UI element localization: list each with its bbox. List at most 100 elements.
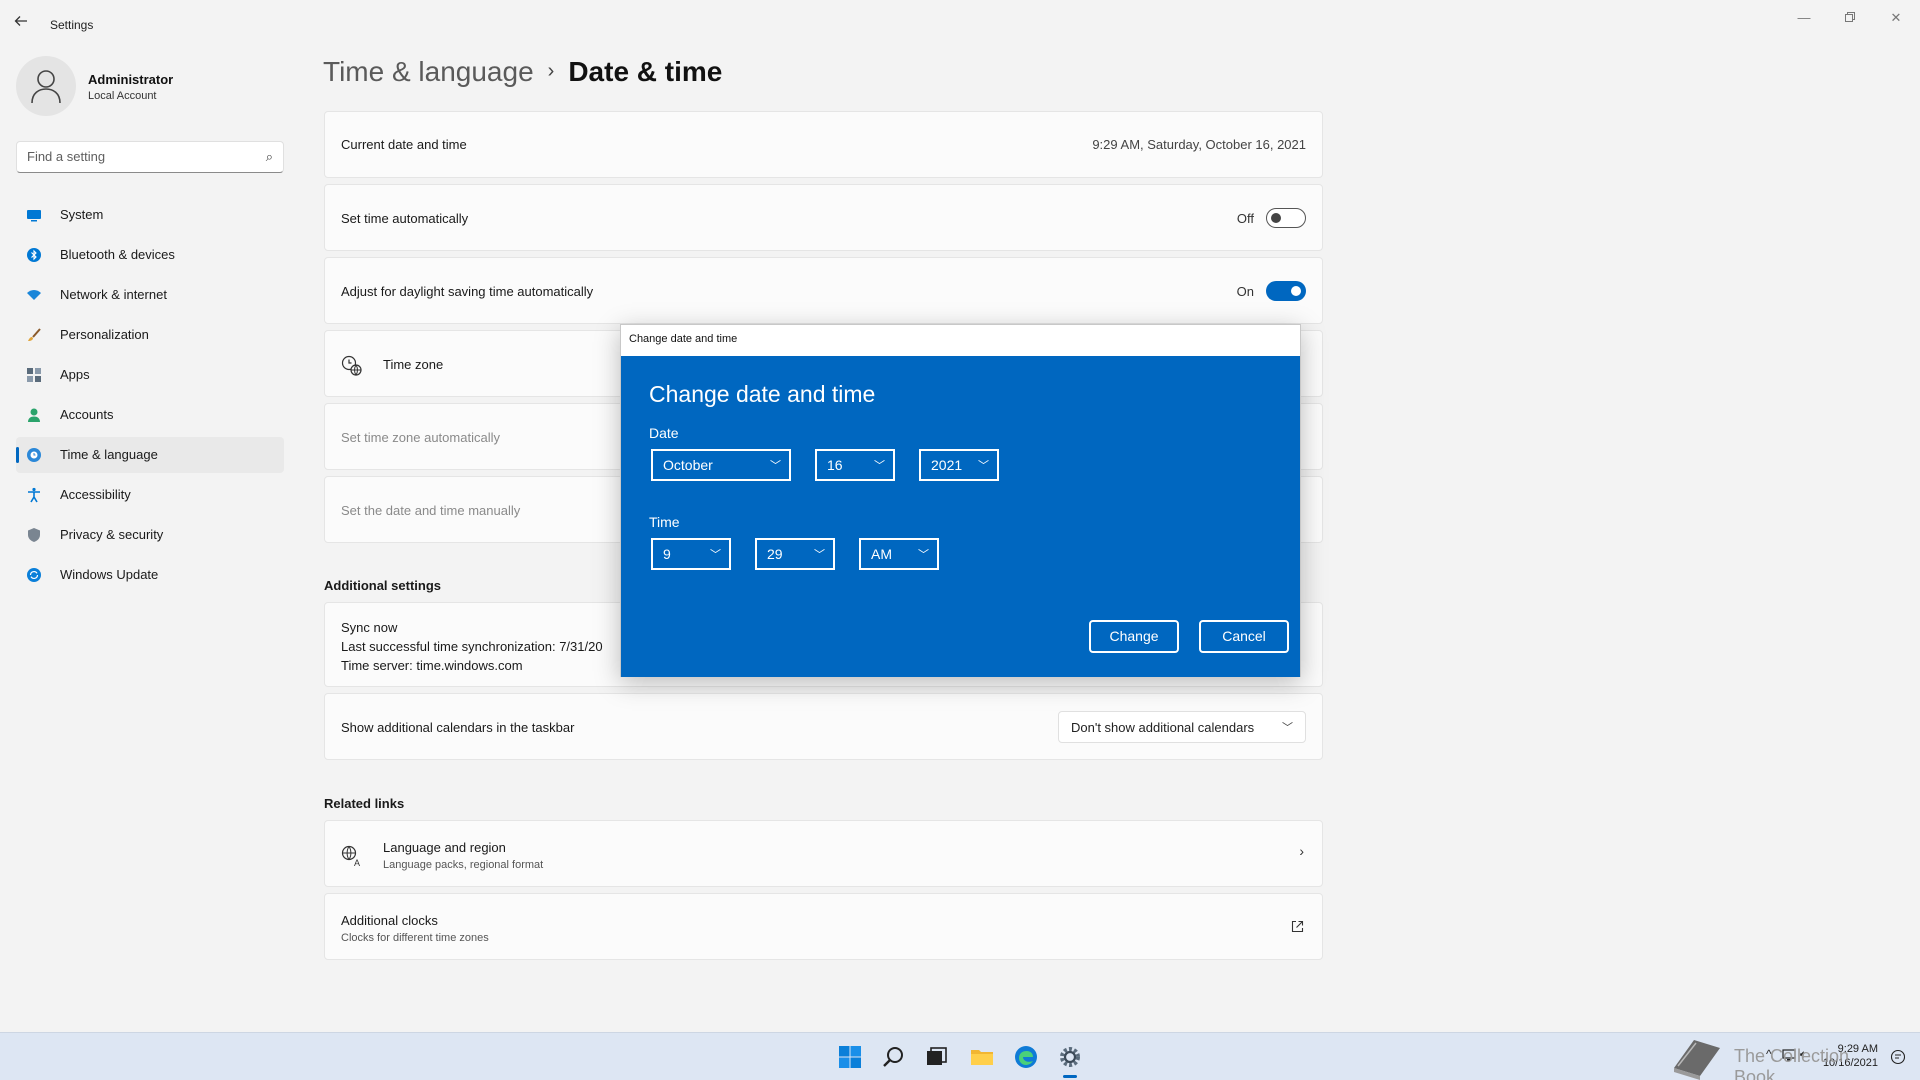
sidebar-item-label: Personalization — [60, 327, 149, 342]
current-datetime-value: 9:29 AM, Saturday, October 16, 2021 — [1092, 137, 1306, 152]
edge-icon[interactable] — [1012, 1043, 1040, 1071]
tz-auto-label: Set time zone automatically — [341, 430, 500, 445]
search-icon[interactable] — [880, 1043, 908, 1071]
current-datetime-label: Current date and time — [341, 137, 467, 152]
day-select[interactable]: 16 ﹀ — [815, 449, 895, 481]
search-input[interactable] — [27, 149, 247, 164]
page-title: Date & time — [568, 56, 723, 87]
calendars-dropdown[interactable]: Don't show additional calendars ﹀ — [1058, 711, 1306, 743]
sidebar-item-personalization[interactable]: Personalization — [16, 317, 284, 353]
chevron-right-icon: › — [1299, 843, 1304, 859]
set-time-auto-toggle[interactable] — [1266, 208, 1306, 228]
breadcrumb: Time & language › Date & time — [323, 56, 722, 88]
taskbar: ^ 🔈︎ 9:29 AM 10/16/2021 — [0, 1032, 1920, 1080]
set-time-auto-label: Set time automatically — [341, 211, 469, 226]
sidebar-item-privacy[interactable]: Privacy & security — [16, 517, 284, 553]
month-value: October — [663, 457, 713, 473]
sidebar-item-label: System — [60, 207, 104, 222]
close-icon[interactable]: ✕ — [1884, 8, 1908, 28]
apps-icon — [27, 368, 41, 382]
change-button[interactable]: Change — [1089, 620, 1179, 653]
minute-select[interactable]: 29 ﹀ — [755, 538, 835, 570]
breadcrumb-parent[interactable]: Time & language — [323, 56, 534, 87]
dst-card: Adjust for daylight saving time automati… — [324, 257, 1323, 324]
year-select[interactable]: 2021 ﹀ — [919, 449, 999, 481]
additional-clocks-sub: Clocks for different time zones — [341, 932, 489, 944]
sidebar-item-label: Privacy & security — [60, 527, 164, 542]
sidebar-item-bluetooth[interactable]: Bluetooth & devices — [16, 237, 284, 273]
month-select[interactable]: October ﹀ — [651, 449, 791, 481]
hour-value: 9 — [663, 546, 671, 562]
sidebar-nav: System Bluetooth & devices Network & int… — [16, 197, 284, 597]
sidebar-item-label: Apps — [60, 367, 90, 382]
additional-clocks-link[interactable]: Additional clocks Clocks for different t… — [324, 893, 1323, 960]
language-icon: A — [341, 845, 360, 867]
start-icon[interactable] — [836, 1043, 864, 1071]
file-explorer-icon[interactable] — [968, 1043, 996, 1071]
notification-icon[interactable] — [1890, 1049, 1906, 1065]
chevron-down-icon: ﹀ — [918, 549, 929, 561]
svg-text:A: A — [354, 858, 360, 867]
time-zone-label: Time zone — [383, 357, 444, 372]
dst-toggle[interactable] — [1266, 281, 1306, 301]
related-links-heading: Related links — [324, 796, 405, 811]
sidebar-item-label: Time & language — [60, 447, 158, 462]
accounts-icon — [28, 408, 40, 422]
sidebar-item-label: Network & internet — [60, 287, 167, 302]
update-icon — [27, 568, 41, 582]
wifi-icon — [27, 290, 41, 300]
shield-icon — [28, 528, 40, 542]
sidebar-item-label: Bluetooth & devices — [60, 247, 175, 262]
ampm-select[interactable]: AM ﹀ — [859, 538, 939, 570]
sidebar-item-label: Accessibility — [60, 487, 131, 502]
system-icon — [27, 210, 41, 222]
sidebar-item-label: Windows Update — [60, 567, 159, 582]
chevron-down-icon: ﹀ — [814, 549, 825, 561]
sidebar-item-time-language[interactable]: Time & language — [16, 437, 284, 473]
minute-value: 29 — [767, 546, 783, 562]
search-box[interactable]: ⌕ — [16, 141, 284, 173]
manual-datetime-label: Set the date and time manually — [341, 503, 521, 518]
task-view-icon[interactable] — [922, 1043, 950, 1071]
set-time-auto-state: Off — [1236, 211, 1254, 226]
sync-now-label: Sync now — [341, 620, 398, 635]
external-link-icon — [1291, 920, 1304, 933]
search-icon[interactable]: ⌕ — [266, 149, 273, 165]
additional-settings-heading: Additional settings — [324, 578, 441, 593]
user-profile[interactable]: Administrator Local Account — [16, 56, 286, 120]
profile-name: Administrator — [88, 72, 174, 87]
calendars-card: Show additional calendars in the taskbar… — [324, 693, 1323, 760]
cancel-button[interactable]: Cancel — [1199, 620, 1289, 653]
minimize-icon[interactable]: — — [1792, 8, 1816, 28]
language-region-sub: Language packs, regional format — [383, 859, 544, 871]
watermark: The Collection Book — [1668, 1032, 1888, 1080]
calendars-dropdown-value: Don't show additional calendars — [1071, 720, 1255, 735]
date-label: Date — [649, 425, 679, 441]
set-time-auto-card: Set time automatically Off — [324, 184, 1323, 251]
language-region-link[interactable]: A Language and region Language packs, re… — [324, 820, 1323, 887]
sidebar-item-accessibility[interactable]: Accessibility — [16, 477, 284, 513]
brush-icon — [28, 328, 41, 341]
breadcrumb-separator: › — [547, 60, 555, 82]
avatar — [16, 56, 76, 116]
change-date-time-dialog: Change date and time Change date and tim… — [620, 324, 1301, 677]
time-zone-icon — [341, 355, 362, 376]
sidebar-item-accounts[interactable]: Accounts — [16, 397, 284, 433]
sidebar-item-label: Accounts — [60, 407, 114, 422]
time-server-text: Time server: time.windows.com — [341, 658, 523, 673]
accessibility-icon — [28, 487, 40, 503]
sidebar-item-system[interactable]: System — [16, 197, 284, 233]
watermark-text: The Collection Book — [1734, 1046, 1850, 1080]
settings-gear-icon[interactable] — [1056, 1043, 1084, 1071]
back-arrow-icon[interactable] — [14, 14, 34, 34]
sidebar-item-windows-update[interactable]: Windows Update — [16, 557, 284, 593]
sidebar-item-network[interactable]: Network & internet — [16, 277, 284, 313]
dialog-title: Change date and time — [649, 381, 876, 407]
sidebar-item-apps[interactable]: Apps — [16, 357, 284, 393]
time-label: Time — [649, 514, 680, 530]
additional-clocks-label: Additional clocks — [341, 913, 438, 928]
chevron-down-icon: ﹀ — [978, 460, 989, 472]
title-bar: Settings — ✕ — [0, 0, 1920, 48]
restore-icon[interactable] — [1838, 8, 1862, 28]
hour-select[interactable]: 9 ﹀ — [651, 538, 731, 570]
